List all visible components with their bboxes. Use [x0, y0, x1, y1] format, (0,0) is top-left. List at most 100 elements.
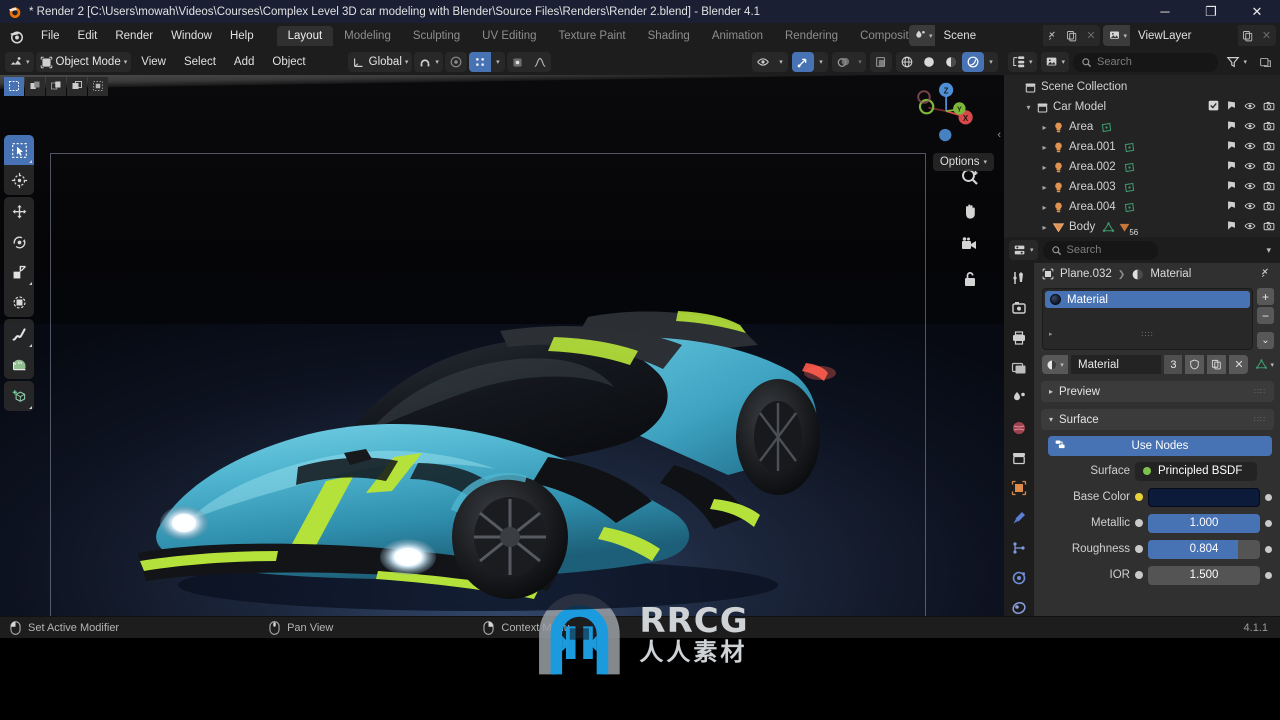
outliner-row-body[interactable]: ▸ Body 56 [1004, 217, 1280, 237]
menu-window[interactable]: Window [162, 27, 221, 45]
expand-caret-icon[interactable]: ▾ [1022, 103, 1035, 112]
unlink-material-button[interactable]: ✕ [1229, 355, 1249, 374]
tab-physics[interactable] [1009, 569, 1029, 587]
viewport-menu-object[interactable]: Object [264, 54, 313, 70]
solid-shading-icon[interactable] [918, 52, 940, 72]
overlay-toggles[interactable] [506, 52, 551, 72]
panel-surface[interactable]: ▾ Surface ∷∷ [1041, 409, 1274, 430]
roughness-socket-dot-icon[interactable] [1135, 545, 1143, 553]
overlays-caret-icon[interactable]: ▾ [854, 52, 866, 72]
scene-icon[interactable]: ▾ [908, 25, 936, 46]
tool-select-box[interactable] [4, 135, 34, 165]
outliner-new-collection-button[interactable] [1255, 52, 1276, 72]
maximize-button[interactable]: ❐ [1188, 0, 1234, 23]
tab-rendering[interactable]: Rendering [774, 26, 849, 46]
disable-in-render-camera-icon[interactable] [1263, 180, 1275, 195]
tab-particles[interactable] [1009, 539, 1029, 557]
material-display-type[interactable]: ▾ [1255, 358, 1274, 371]
resize-grip-icon[interactable]: ∷∷ [1141, 330, 1153, 339]
tool-transform[interactable] [4, 287, 34, 317]
use-nodes-button[interactable]: Use Nodes [1048, 436, 1272, 456]
tool-add-cube[interactable] [4, 381, 34, 411]
breadcrumb-object[interactable]: Plane.032 [1060, 268, 1112, 280]
outliner-row-area-002[interactable]: ▸ Area.002 [1004, 157, 1280, 177]
tab-collection[interactable] [1009, 449, 1029, 467]
shading-caret-icon[interactable]: ▾ [984, 52, 998, 72]
viewport-menu-select[interactable]: Select [176, 54, 224, 70]
tab-render[interactable] [1009, 299, 1029, 317]
expand-caret-icon[interactable]: ▸ [1038, 183, 1051, 192]
select-extend-icon[interactable] [25, 76, 45, 96]
properties-editor-type[interactable]: ▾ [1009, 240, 1038, 260]
object-mode-selector[interactable]: Object Mode ▾ [35, 52, 132, 72]
tab-uv-editing[interactable]: UV Editing [471, 26, 547, 46]
disable-in-renders-icon[interactable] [1226, 220, 1237, 234]
tab-view-layer[interactable] [1009, 359, 1029, 377]
outliner-row-car-model[interactable]: ▾ Car Model [1004, 97, 1280, 117]
remove-scene-icon[interactable]: ✕ [1081, 25, 1100, 46]
tab-scene[interactable] [1009, 389, 1029, 407]
material-slot-list[interactable]: Material ▸ ∷∷ [1042, 288, 1253, 350]
visibility-icon[interactable] [752, 52, 774, 72]
expand-caret-icon[interactable]: ▸ [1038, 163, 1051, 172]
tab-sculpting[interactable]: Sculpting [402, 26, 471, 46]
hide-in-viewport-icon[interactable] [1244, 220, 1256, 235]
pin-scene-icon[interactable] [1043, 25, 1062, 46]
ior-socket-dot-icon[interactable] [1135, 571, 1143, 579]
visibility-selector[interactable]: ▾ [752, 52, 788, 72]
select-invert-icon[interactable] [67, 76, 87, 96]
new-scene-icon[interactable] [1062, 25, 1081, 46]
disable-in-renders-icon[interactable] [1226, 100, 1237, 114]
viewlayer-name[interactable]: ViewLayer [1130, 25, 1238, 46]
rendered-shading-icon[interactable] [962, 52, 984, 72]
camera-view-icon[interactable] [960, 235, 980, 255]
blender-menu-icon[interactable] [8, 27, 26, 45]
collection-checkbox[interactable] [1208, 100, 1219, 114]
disable-in-render-camera-icon[interactable] [1263, 100, 1275, 115]
viewport-canvas[interactable]: Z X Y ‹ Options ▾ [0, 75, 1004, 616]
outliner-row-area[interactable]: ▸ Area [1004, 117, 1280, 137]
material-user-count[interactable]: 3 [1164, 355, 1183, 374]
select-box-icon[interactable] [4, 76, 24, 96]
outliner-editor-type[interactable]: ▾ [1008, 52, 1037, 72]
remove-viewlayer-icon[interactable]: ✕ [1257, 25, 1276, 46]
viewlayer-icon[interactable]: ▾ [1103, 25, 1130, 46]
curve-overlay-icon[interactable] [529, 52, 551, 72]
expand-caret-icon[interactable]: ▸ [1038, 223, 1051, 232]
roughness-slider[interactable]: 0.804 [1148, 539, 1260, 559]
disable-in-render-camera-icon[interactable] [1263, 220, 1275, 235]
properties-options-caret-icon[interactable]: ▾ [1266, 245, 1271, 256]
outliner-tree[interactable]: Scene Collection ▾ Car Model ▸ Area ▸ Ar… [1004, 75, 1280, 237]
snap-grid-caret-icon[interactable]: ▾ [491, 52, 505, 72]
viewport-options-button[interactable]: Options ▾ [932, 153, 994, 171]
outliner-filter-button[interactable]: ▾ [1222, 52, 1251, 72]
tool-move[interactable] [4, 197, 34, 227]
breadcrumb-material[interactable]: Material [1150, 268, 1191, 280]
light-data-icon[interactable] [1123, 161, 1136, 174]
panel-preview[interactable]: ▸ Preview ∷∷ [1041, 381, 1274, 402]
gizmo-caret-icon[interactable]: ▾ [814, 52, 828, 72]
hide-in-viewport-icon[interactable] [1244, 100, 1256, 115]
tab-output[interactable] [1009, 329, 1029, 347]
tool-rotate[interactable] [4, 227, 34, 257]
material-name-field[interactable]: Material [1071, 355, 1162, 374]
tab-modeling[interactable]: Modeling [333, 26, 402, 46]
disable-in-renders-icon[interactable] [1226, 180, 1237, 194]
viewport-sidebar-toggle[interactable]: ‹ [997, 129, 1001, 141]
snap-grid-icon[interactable] [468, 52, 491, 72]
outliner-search-input[interactable]: Search [1073, 52, 1219, 72]
metallic-socket-dot-icon[interactable] [1135, 519, 1143, 527]
light-data-icon[interactable] [1123, 141, 1136, 154]
light-data-icon[interactable] [1123, 201, 1136, 214]
outliner-row-area-001[interactable]: ▸ Area.001 [1004, 137, 1280, 157]
animate-property-dot-icon[interactable] [1265, 571, 1272, 579]
navigation-gizmo[interactable]: Z X Y [916, 81, 978, 143]
metallic-slider[interactable]: 1.000 [1148, 513, 1260, 533]
scene-selector[interactable]: ▾ Scene ✕ [908, 25, 1101, 46]
overlays-icon[interactable] [832, 52, 854, 72]
tab-world[interactable] [1009, 419, 1029, 437]
select-intersect-icon[interactable] [88, 76, 108, 96]
gizmo-selector[interactable]: ▾ [792, 52, 828, 72]
minimize-button[interactable]: ─ [1142, 0, 1188, 23]
disable-in-renders-icon[interactable] [1226, 200, 1237, 214]
